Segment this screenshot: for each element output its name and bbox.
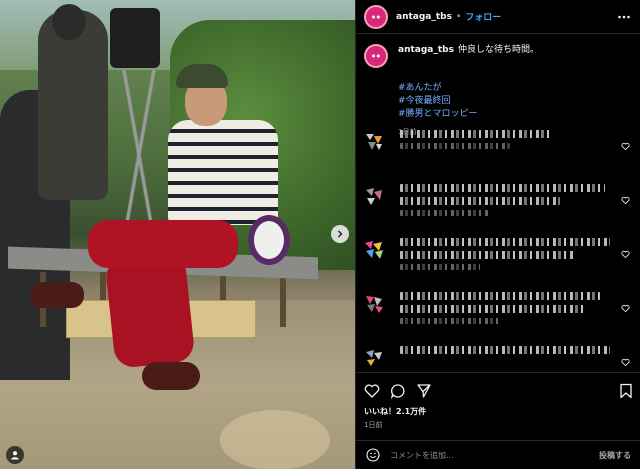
post-actions (356, 372, 640, 408)
emoji-icon[interactable] (366, 448, 380, 462)
commenter-avatar[interactable] (364, 132, 384, 152)
comment-icon[interactable] (390, 383, 406, 399)
header-username[interactable]: antaga_tbs (396, 12, 452, 22)
heart-icon[interactable] (621, 142, 630, 151)
comment-input[interactable] (390, 450, 590, 460)
hashtag-link[interactable]: #今夜最終回 (398, 95, 634, 108)
post-header: ● ● antaga_tbs • フォロー (356, 0, 640, 34)
photo-shoe-left (30, 282, 84, 308)
post-caption: ● ● antaga_tbs 仲良しな待ち時間。 #あんたが #今夜最終回 #勝男… (364, 44, 634, 137)
heart-icon[interactable] (621, 304, 630, 313)
follow-button[interactable]: フォロー (465, 10, 501, 23)
heart-icon[interactable] (364, 383, 380, 399)
comment-list (364, 130, 634, 376)
heart-icon[interactable] (621, 196, 630, 205)
heart-icon[interactable] (621, 358, 630, 367)
photo-red-pants (88, 220, 238, 268)
caption-username[interactable]: antaga_tbs (398, 45, 454, 55)
avatar[interactable]: ● ● (364, 4, 388, 29)
photo-striped-sweater (168, 120, 278, 225)
commenter-avatar[interactable] (364, 186, 384, 206)
hashtag-link[interactable]: #勝男とマロッピー (398, 108, 634, 121)
bookmark-icon[interactable] (619, 383, 633, 399)
photo-sunlight (220, 410, 330, 469)
photo-camera-operator-head (52, 4, 86, 40)
comment-composer: 投稿する (356, 440, 640, 469)
commenter-avatar[interactable] (364, 294, 384, 314)
photo-film-camera (110, 8, 160, 68)
list-item (364, 238, 634, 292)
next-arrow-icon[interactable] (331, 225, 349, 243)
post-comment-button[interactable]: 投稿する (599, 450, 631, 461)
photo-red-pants-leg (104, 251, 196, 369)
photo-plush-toy (248, 215, 290, 265)
user-tag-icon[interactable] (6, 446, 24, 464)
post-timestamp: 1日前 (364, 421, 383, 429)
heart-icon[interactable] (621, 250, 630, 259)
post-side-panel: ● ● antaga_tbs • フォロー ● ● antaga_tbs 仲良しな… (355, 0, 640, 469)
commenter-avatar[interactable] (364, 240, 384, 260)
photo-person-hat (176, 64, 228, 88)
photo-shoe-right (142, 362, 200, 390)
caption-body: 仲良しな待ち時間。 (457, 45, 539, 55)
list-item (364, 292, 634, 346)
post-photo[interactable] (0, 0, 355, 469)
likes-count[interactable]: いいね！2.1万件 (364, 406, 426, 417)
photo-tripod (120, 70, 160, 240)
avatar[interactable]: ● ● (364, 44, 388, 68)
list-item (364, 130, 634, 184)
list-item (364, 184, 634, 238)
caption-text: antaga_tbs 仲良しな待ち時間。 (398, 44, 539, 68)
share-icon[interactable] (416, 383, 432, 399)
hashtag-list: #あんたが #今夜最終回 #勝男とマロッピー (398, 82, 634, 121)
hashtag-link[interactable]: #あんたが (398, 82, 634, 95)
commenter-avatar[interactable] (364, 348, 384, 368)
more-options-icon[interactable] (617, 10, 631, 24)
separator-dot: • (455, 11, 462, 22)
